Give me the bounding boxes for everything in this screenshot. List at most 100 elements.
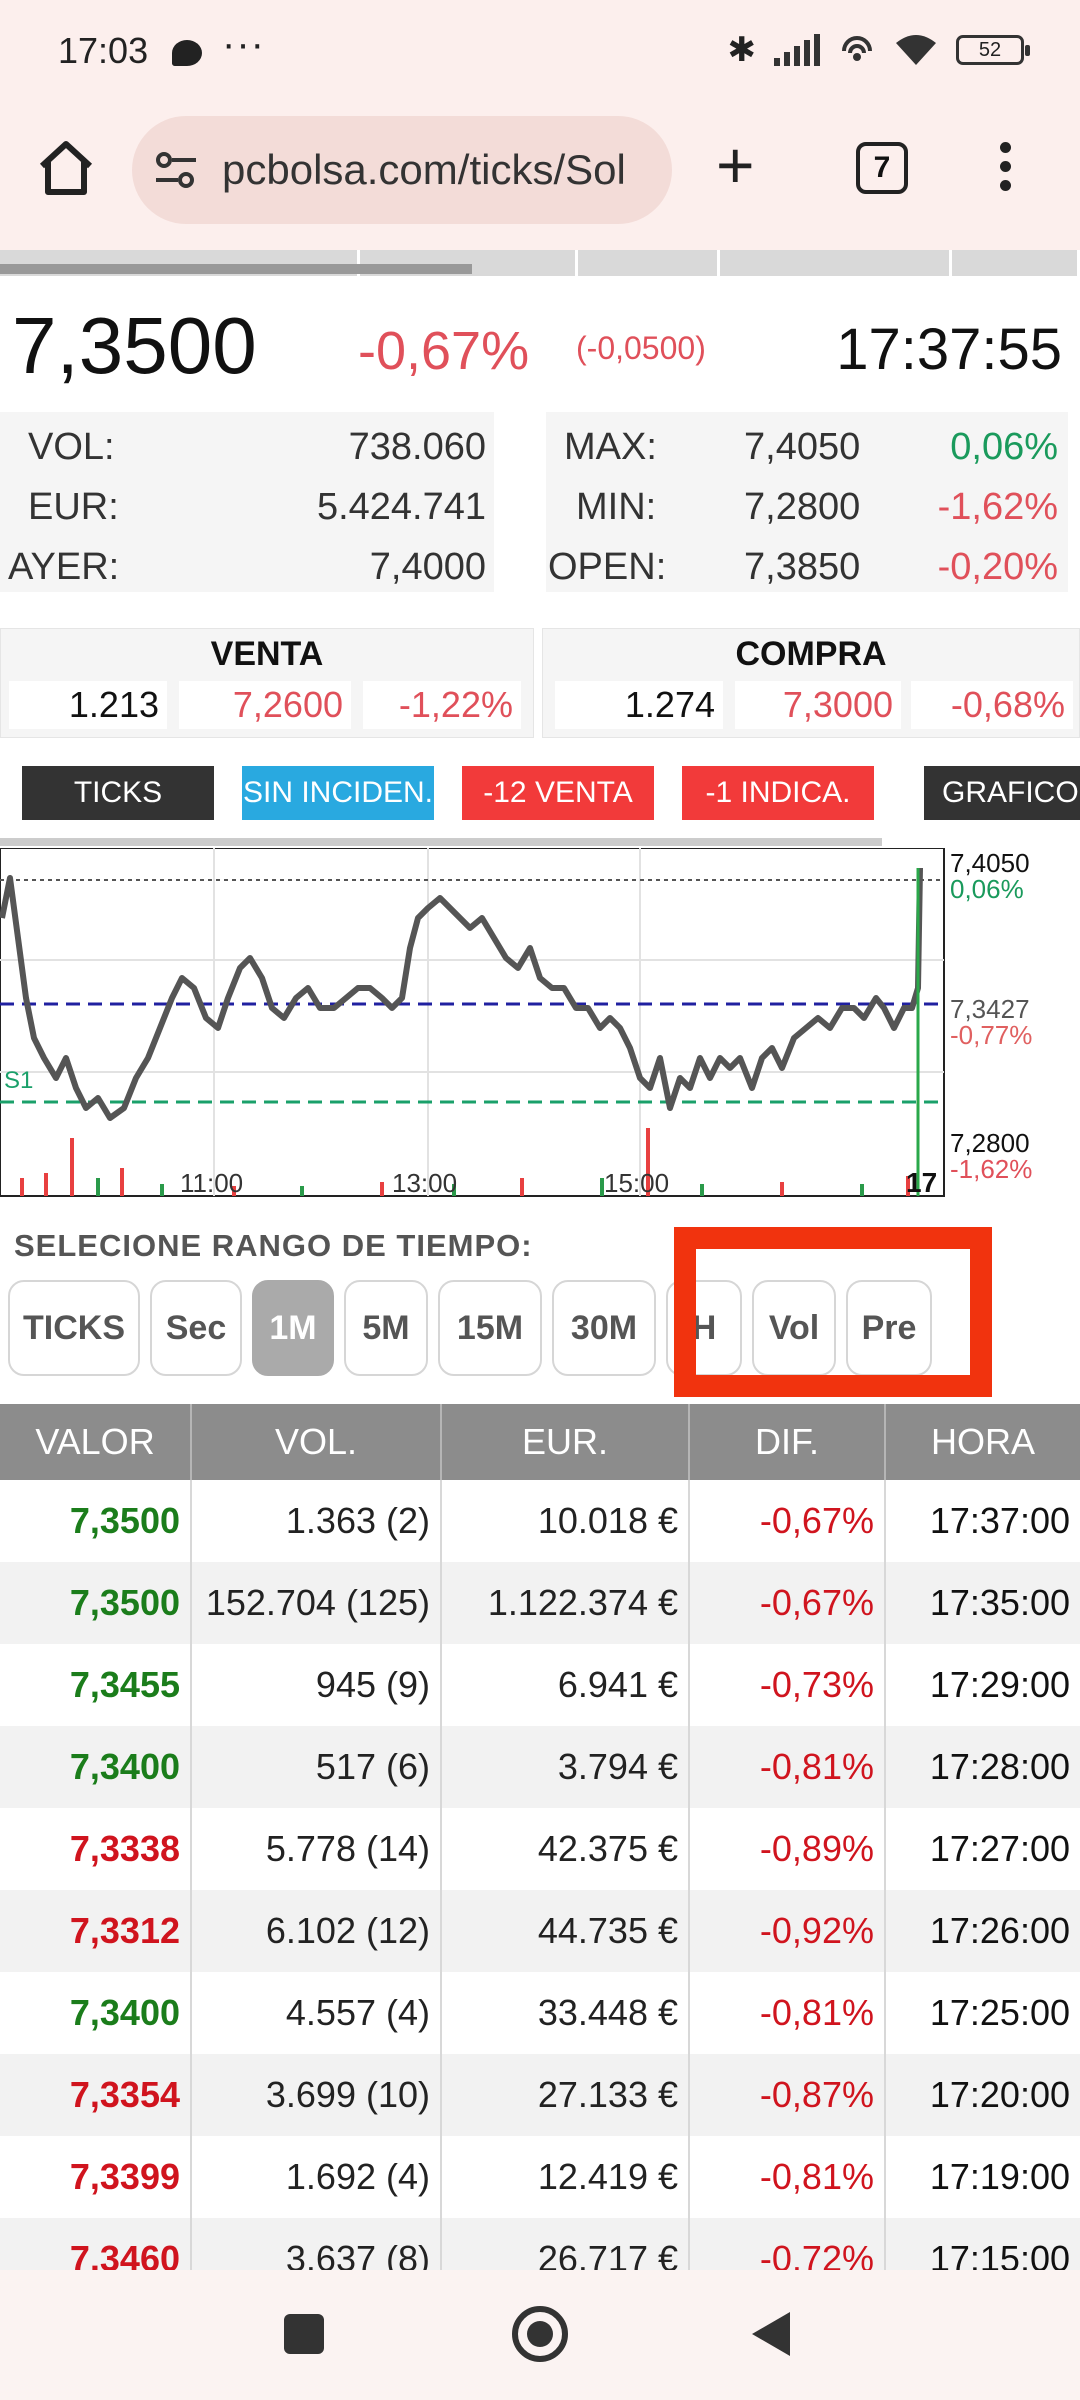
column-header-dif[interactable]: DIF.: [690, 1404, 886, 1480]
change-absolute: (-0,0500): [576, 330, 706, 366]
range-sec-button[interactable]: Sec: [150, 1280, 242, 1376]
ticks-table-header: VALOR VOL. EUR. DIF. HORA: [0, 1404, 1080, 1480]
quote-time: 17:37:55: [836, 317, 1062, 382]
home-nav-icon[interactable]: [512, 2306, 568, 2362]
indicadores-button[interactable]: -1 INDICA.: [682, 766, 874, 820]
column-header-eur[interactable]: EUR.: [442, 1404, 690, 1480]
site-settings-icon[interactable]: [154, 150, 198, 190]
mid-pct-label: -0,77%: [950, 1020, 1032, 1050]
grafico-button[interactable]: GRAFICO I: [924, 766, 1080, 820]
chart-scrollbar[interactable]: [0, 838, 882, 846]
cell-dif: -0,89%: [690, 1808, 886, 1890]
x-tick-label: 17: [906, 1167, 937, 1198]
browser-menu-icon[interactable]: [1000, 142, 1012, 198]
table-row[interactable]: 7,3338 5.778 (14) 42.375 € -0,89% 17:27:00: [0, 1808, 1080, 1890]
tab-segment[interactable]: [952, 250, 1080, 276]
range-title: SELECIONE RANGO DE TIEMPO:: [14, 1228, 533, 1263]
status-time: 17:03: [58, 30, 149, 71]
battery-icon: 52: [956, 35, 1030, 65]
cell-eur: 6.941 €: [442, 1644, 690, 1726]
table-row[interactable]: 7,3400 4.557 (4) 33.448 € -0,81% 17:25:00: [0, 1972, 1080, 2054]
cell-hora: 17:19:00: [929, 2156, 1070, 2197]
cell-dif: -0,67%: [690, 1562, 886, 1644]
table-row[interactable]: 7,3500 1.363 (2) 10.018 € -0,67% 17:37:00: [0, 1480, 1080, 1562]
stat-value: 7,2800: [744, 486, 861, 528]
cell-hora: 17:37:00: [929, 1500, 1070, 1541]
column-header-hora[interactable]: HORA: [886, 1404, 1080, 1480]
tab-switcher-button[interactable]: 7: [856, 142, 908, 194]
support-label: S1: [4, 1067, 33, 1094]
cell-valor: 7,3338: [0, 1808, 192, 1890]
cell-valor: 7,3354: [0, 2054, 192, 2136]
cell-hora: 17:15:00: [929, 2238, 1070, 2270]
range-5m-button[interactable]: 5M: [344, 1280, 428, 1376]
x-tick-label: 15:00: [604, 1168, 669, 1198]
cell-dif: -0,67%: [690, 1480, 886, 1562]
stat-label: AYER:: [8, 546, 120, 588]
cell-dif: -0,81%: [690, 2136, 886, 2218]
more-notifications-icon: ···: [222, 22, 265, 66]
cell-eur: 42.375 €: [442, 1808, 690, 1890]
cell-valor: 7,3399: [0, 2136, 192, 2218]
stat-value: 7,4000: [369, 546, 486, 588]
x-tick-label: 13:00: [392, 1168, 457, 1198]
sin-incidencias-button[interactable]: SIN INCIDEN.: [242, 766, 434, 820]
cell-hora: 17:35:00: [929, 1582, 1070, 1623]
stat-row-min: MIN: 7,2800 -1,62%: [546, 478, 1068, 538]
cell-dif: -0,72%: [690, 2218, 886, 2270]
tab-segment[interactable]: [720, 250, 952, 276]
ticks-table-body: 7,3500 1.363 (2) 10.018 € -0,67% 17:37:00 7,3…: [0, 1480, 1080, 2270]
ticks-button[interactable]: TICKS: [22, 766, 214, 820]
compra-percent: -0,68%: [911, 681, 1073, 729]
browser-toolbar: pcbolsa.com/ticks/Sol + 7: [0, 100, 1080, 250]
max-pct-label: 0,06%: [950, 874, 1024, 904]
range-1m-button[interactable]: 1M: [252, 1280, 334, 1376]
range-ticks-button[interactable]: TICKS: [8, 1280, 140, 1376]
range-30m-button[interactable]: 30M: [552, 1280, 656, 1376]
stat-percent: 0,06%: [950, 426, 1058, 468]
cell-hora: 17:20:00: [929, 2074, 1070, 2115]
column-header-valor[interactable]: VALOR: [0, 1404, 192, 1480]
intraday-price-chart[interactable]: S1 11:00 13:00 15:00 17 7,4050 0,06% 7,3…: [0, 848, 1080, 1198]
compra-qty: 1.274: [555, 681, 723, 729]
stat-row-eur: EUR: 5.424.741: [0, 478, 494, 538]
cell-valor: 7,3500: [0, 1480, 192, 1562]
url-text[interactable]: pcbolsa.com/ticks/Sol: [222, 146, 652, 194]
home-icon[interactable]: [34, 136, 98, 200]
table-row[interactable]: 7,3399 1.692 (4) 12.419 € -0,81% 17:19:00: [0, 2136, 1080, 2218]
x-tick-label: 11:00: [180, 1168, 243, 1198]
cell-eur: 10.018 €: [442, 1480, 690, 1562]
cell-valor: 7,3400: [0, 1972, 192, 2054]
table-row[interactable]: 7,3500 152.704 (125) 1.122.374 € -0,67% 17:3…: [0, 1562, 1080, 1644]
cell-dif: -0,92%: [690, 1890, 886, 1972]
column-header-vol[interactable]: VOL.: [192, 1404, 442, 1480]
recents-icon[interactable]: [284, 2314, 324, 2354]
venta-alert-button[interactable]: -12 VENTA: [462, 766, 654, 820]
table-row[interactable]: 7,3312 6.102 (12) 44.735 € -0,92% 17:26:00: [0, 1890, 1080, 1972]
stat-row-max: MAX: 7,4050 0,06%: [546, 418, 1068, 478]
chart-frame: [0, 848, 945, 1197]
address-bar[interactable]: pcbolsa.com/ticks/Sol: [132, 116, 672, 224]
signal-icon: [774, 34, 820, 66]
table-row[interactable]: 7,3455 945 (9) 6.941 € -0,73% 17:29:00: [0, 1644, 1080, 1726]
tab-segment[interactable]: [578, 250, 720, 276]
table-row[interactable]: 7,3354 3.699 (10) 27.133 € -0,87% 17:20:00: [0, 2054, 1080, 2136]
stat-label: VOL:: [28, 426, 115, 468]
table-row[interactable]: 7,3400 517 (6) 3.794 € -0,81% 17:28:00: [0, 1726, 1080, 1808]
stat-label: MIN:: [576, 486, 657, 528]
back-icon[interactable]: [752, 2312, 790, 2356]
venta-percent: -1,22%: [363, 681, 521, 729]
bluetooth-icon: ✱: [727, 31, 757, 69]
cell-hora: 17:27:00: [929, 1828, 1070, 1869]
table-row[interactable]: 7,3460 3.637 (8) 26.717 € -0,72% 17:15:00: [0, 2218, 1080, 2270]
venta-price: 7,2600: [179, 681, 351, 729]
cell-vol: 4.557 (4): [192, 1972, 442, 2054]
venta-qty: 1.213: [9, 681, 167, 729]
range-15m-button[interactable]: 15M: [438, 1280, 542, 1376]
venta-panel: VENTA 1.213 7,2600 -1,22%: [0, 628, 534, 738]
cell-valor: 7,3400: [0, 1726, 192, 1808]
cell-vol: 1.692 (4): [192, 2136, 442, 2218]
cell-eur: 3.794 €: [442, 1726, 690, 1808]
stat-label: MAX:: [564, 426, 657, 468]
new-tab-button[interactable]: +: [716, 130, 755, 200]
